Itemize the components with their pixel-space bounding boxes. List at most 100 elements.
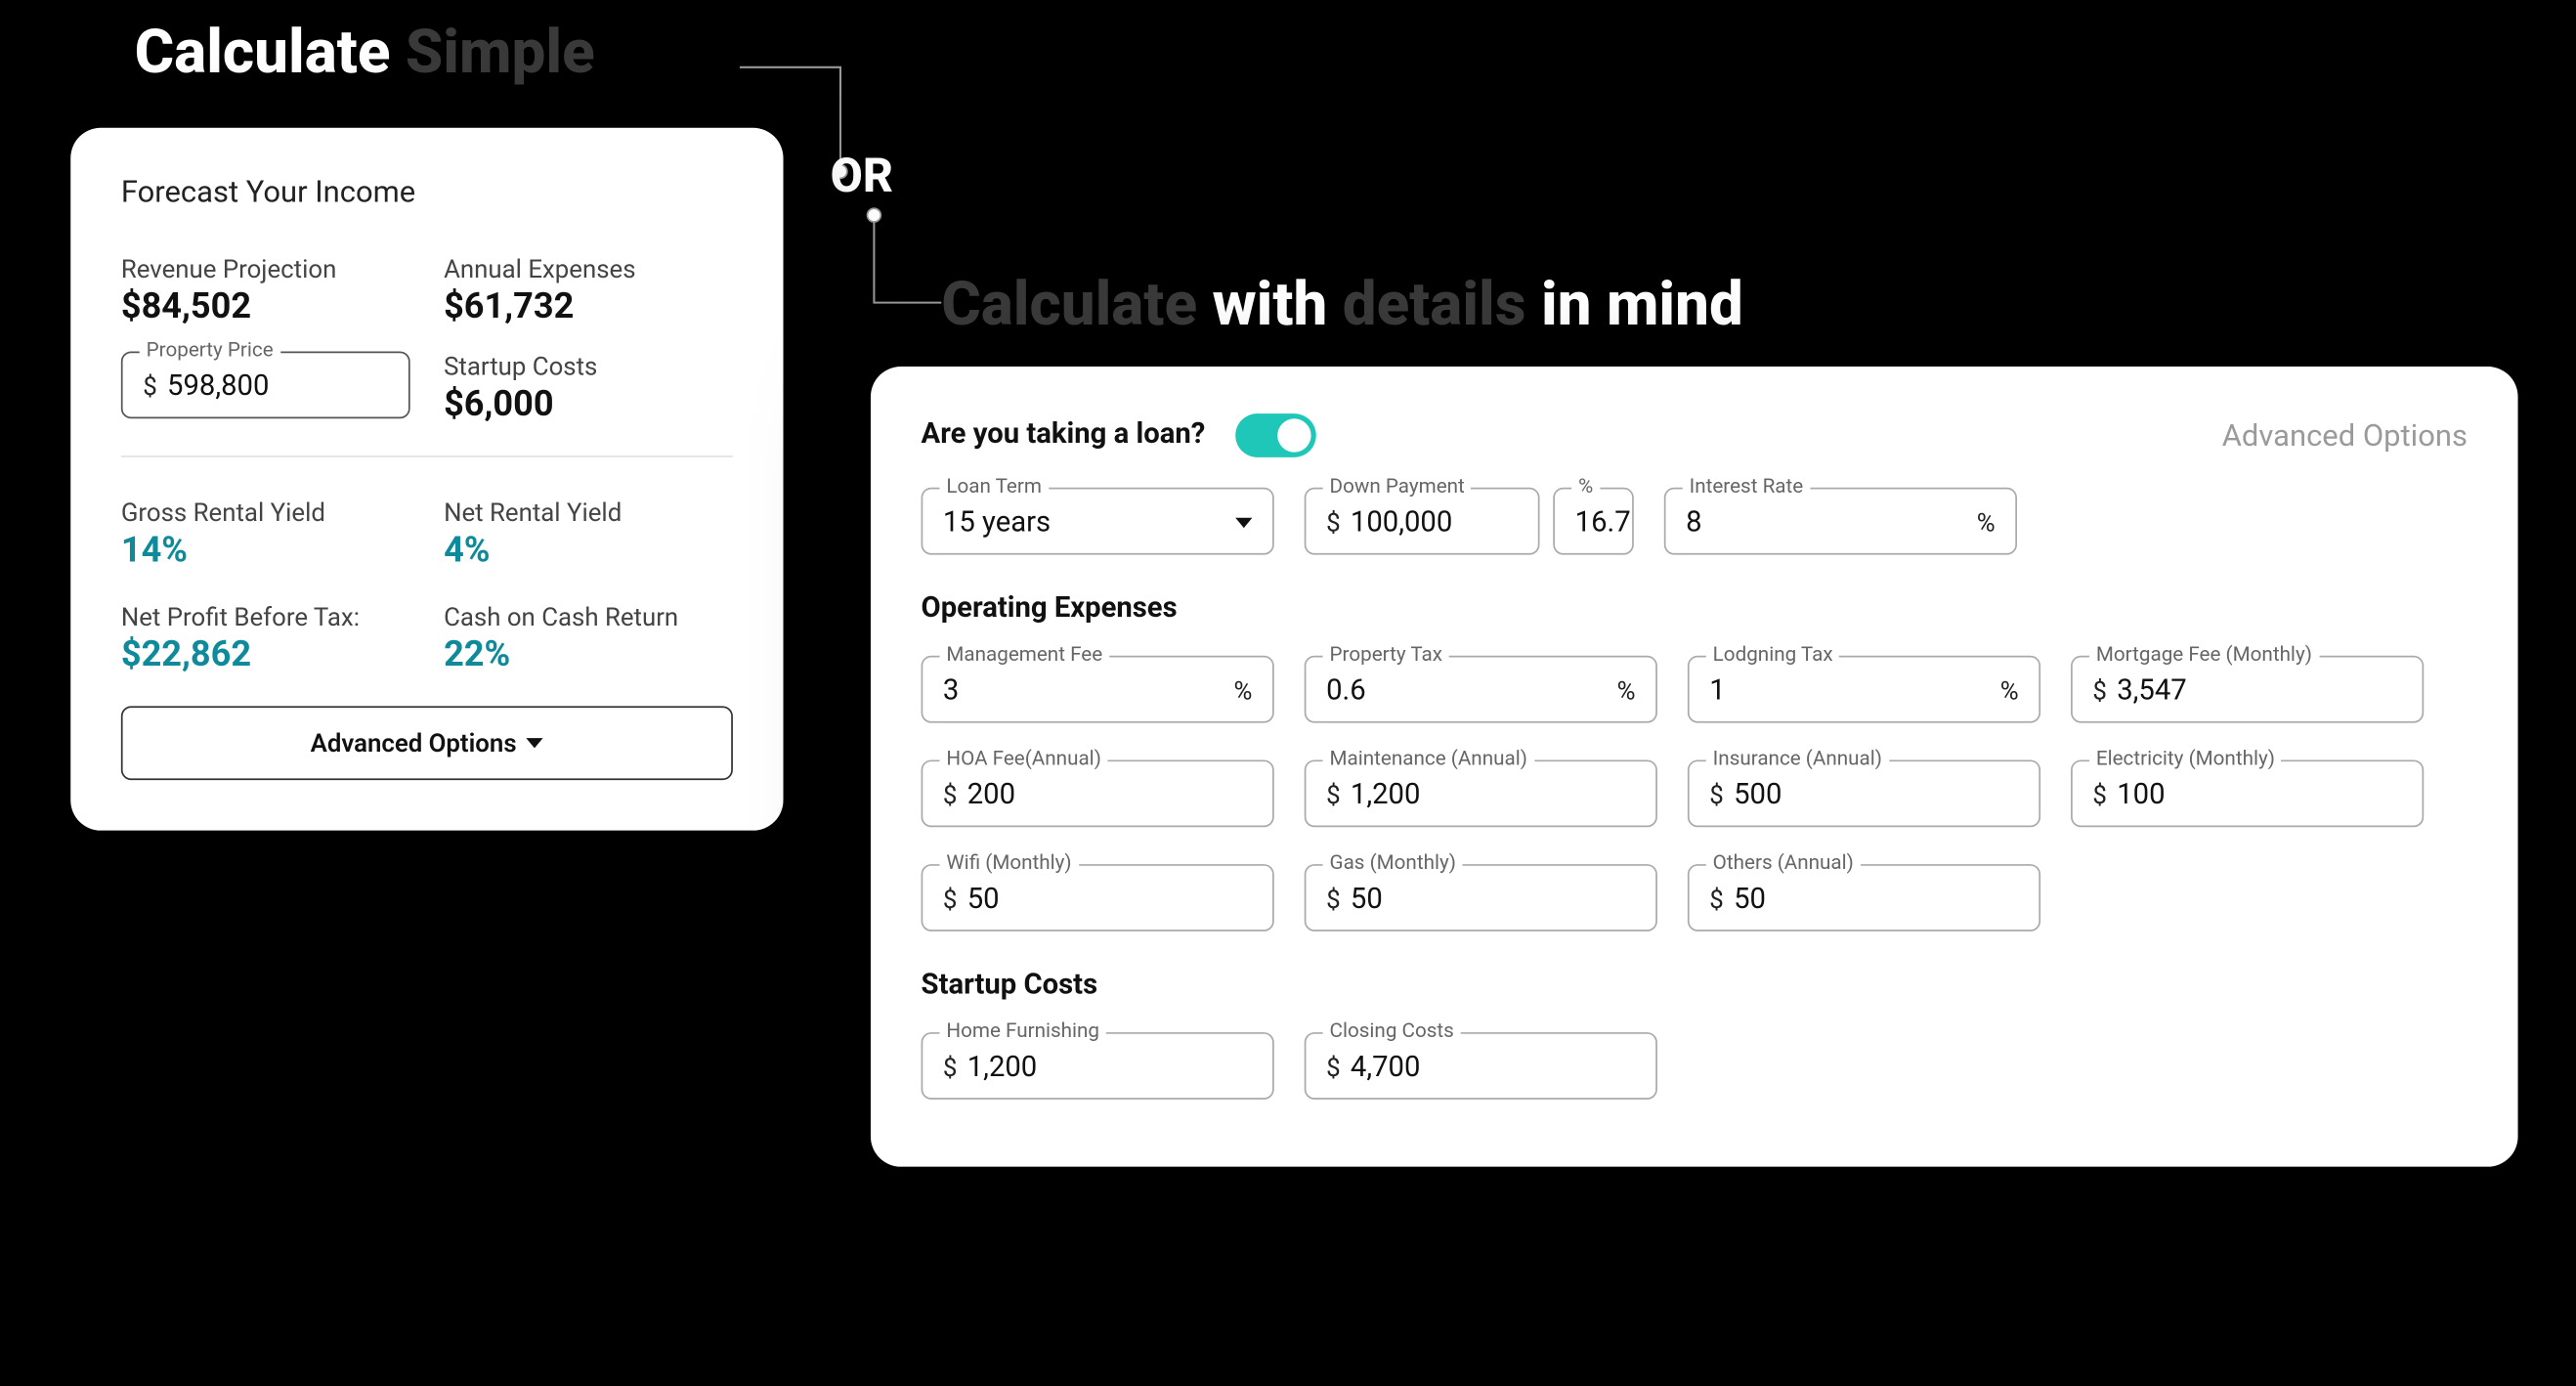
card-title: Forecast Your Income (121, 175, 733, 210)
field-value: 16.7 (1575, 506, 1612, 540)
field-value: 4,700 (1351, 1051, 1636, 1084)
down-payment-input[interactable]: Down Payment $ 100,000 (1305, 488, 1540, 555)
field-value: 1,200 (967, 1051, 1253, 1084)
field-label: Insurance (Annual) (1706, 747, 1889, 770)
field-label: HOA Fee(Annual) (939, 747, 1107, 770)
loan-term-select[interactable]: Loan Term 15 years (922, 488, 1274, 555)
field-label: Management Fee (939, 642, 1109, 666)
field-label: Gas (Monthly) (1323, 850, 1463, 874)
field-label: % (1571, 474, 1600, 498)
heading-dim: Calculate (941, 269, 1212, 339)
startup-costs-value: $6,000 (444, 385, 733, 425)
gas-input[interactable]: Gas (Monthly) $ 50 (1305, 864, 1657, 931)
field-label: Mortgage Fee (Monthly) (2089, 642, 2319, 666)
field-label: Property Price (140, 338, 280, 362)
field-label: Lodgning Tax (1706, 642, 1840, 666)
property-tax-input[interactable]: Property Tax 0.6 % (1305, 656, 1657, 723)
dollar-icon: $ (943, 780, 958, 810)
loan-question: Are you taking a loan? (922, 417, 1206, 451)
management-fee-input[interactable]: Management Fee 3 % (922, 656, 1274, 723)
operating-expenses-heading: Operating Expenses (922, 591, 2468, 625)
wifi-input[interactable]: Wifi (Monthly) $ 50 (922, 864, 1274, 931)
heading-dim: Simple (406, 17, 595, 87)
percent-icon: % (1617, 675, 1636, 706)
field-value: 598,800 (167, 369, 388, 403)
hoa-fee-input[interactable]: HOA Fee(Annual) $ 200 (922, 759, 1274, 827)
field-label: Electricity (Monthly) (2089, 747, 2282, 770)
field-label: Wifi (Monthly) (939, 850, 1078, 874)
closing-costs-input[interactable]: Closing Costs $ 4,700 (1305, 1032, 1657, 1100)
field-value: 1,200 (1351, 778, 1636, 811)
field-label: Others (Annual) (1706, 850, 1861, 874)
dollar-icon: $ (1326, 780, 1341, 810)
dollar-icon: $ (943, 1053, 958, 1083)
mortgage-fee-input[interactable]: Mortgage Fee (Monthly) $ 3,547 (2071, 656, 2424, 723)
electricity-input[interactable]: Electricity (Monthly) $ 100 (2071, 759, 2424, 827)
field-value: 50 (1351, 883, 1636, 916)
or-label: OR (831, 148, 893, 203)
field-value: 3,547 (2117, 674, 2402, 708)
advanced-options-card: Are you taking a loan? Advanced Options … (871, 367, 2518, 1167)
dollar-icon: $ (1709, 780, 1724, 810)
field-label: Maintenance (Annual) (1323, 747, 1534, 770)
field-value: 8 (1686, 506, 1966, 540)
divider (121, 455, 733, 457)
dollar-icon: $ (1326, 507, 1341, 538)
gross-yield-value: 14% (121, 532, 410, 572)
field-label: Closing Costs (1323, 1018, 1461, 1042)
loan-toggle[interactable] (1235, 413, 1316, 457)
field-value: 100,000 (1351, 506, 1518, 540)
field-label: Down Payment (1323, 474, 1472, 498)
net-yield-label: Net Rental Yield (444, 498, 733, 528)
revenue-label: Revenue Projection (121, 254, 410, 284)
chevron-down-icon (527, 738, 543, 748)
dollar-icon: $ (943, 885, 958, 915)
dollar-icon: $ (1326, 885, 1341, 915)
percent-icon: % (2000, 675, 2019, 706)
field-label: Loan Term (939, 474, 1048, 498)
field-label: Interest Rate (1683, 474, 1810, 498)
field-value: 50 (967, 883, 1253, 916)
dollar-icon: $ (1709, 885, 1724, 915)
property-price-input[interactable]: Property Price $ 598,800 (121, 351, 410, 418)
percent-icon: % (1977, 507, 1996, 538)
expenses-label: Annual Expenses (444, 254, 733, 284)
field-value: 1 (1709, 674, 1990, 708)
dollar-icon: $ (2092, 780, 2107, 810)
interest-rate-input[interactable]: Interest Rate 8 % (1664, 488, 2017, 555)
heading-text: in mind (1541, 269, 1743, 339)
field-value: 15 years (943, 506, 1235, 540)
forecast-income-card: Forecast Your Income Revenue Projection … (70, 128, 783, 831)
cash-return-value: 22% (444, 635, 733, 675)
field-value: 500 (1734, 778, 2019, 811)
dollar-icon: $ (143, 371, 157, 402)
revenue-value: $84,502 (121, 287, 410, 327)
net-profit-label: Net Profit Before Tax: (121, 602, 410, 632)
heading-calculate-simple: Calculate Simple (135, 17, 595, 87)
dollar-icon: $ (2092, 675, 2107, 706)
field-value: 0.6 (1326, 674, 1607, 708)
chevron-down-icon (1235, 518, 1252, 528)
others-input[interactable]: Others (Annual) $ 50 (1688, 864, 2040, 931)
heading-text: Calculate (135, 17, 406, 87)
gross-yield-label: Gross Rental Yield (121, 498, 410, 528)
home-furnishing-input[interactable]: Home Furnishing $ 1,200 (922, 1032, 1274, 1100)
lodging-tax-input[interactable]: Lodgning Tax 1 % (1688, 656, 2040, 723)
heading-dim: details (1343, 269, 1541, 339)
field-value: 100 (2117, 778, 2402, 811)
down-payment-pct-input[interactable]: % 16.7 (1553, 488, 1634, 555)
percent-icon: % (1233, 675, 1252, 706)
advanced-options-button[interactable]: Advanced Options (121, 706, 733, 780)
insurance-input[interactable]: Insurance (Annual) $ 500 (1688, 759, 2040, 827)
heading-text: with (1212, 269, 1342, 339)
advanced-options-label: Advanced Options (2222, 417, 2468, 453)
startup-costs-heading: Startup Costs (922, 969, 2468, 1002)
maintenance-input[interactable]: Maintenance (Annual) $ 1,200 (1305, 759, 1657, 827)
dollar-icon: $ (1326, 1053, 1341, 1083)
startup-costs-label: Startup Costs (444, 351, 733, 381)
field-value: 3 (943, 674, 1224, 708)
button-label: Advanced Options (311, 728, 517, 758)
net-profit-value: $22,862 (121, 635, 410, 675)
expenses-value: $61,732 (444, 287, 733, 327)
heading-calculate-details: Calculate with details in mind (941, 269, 1743, 339)
